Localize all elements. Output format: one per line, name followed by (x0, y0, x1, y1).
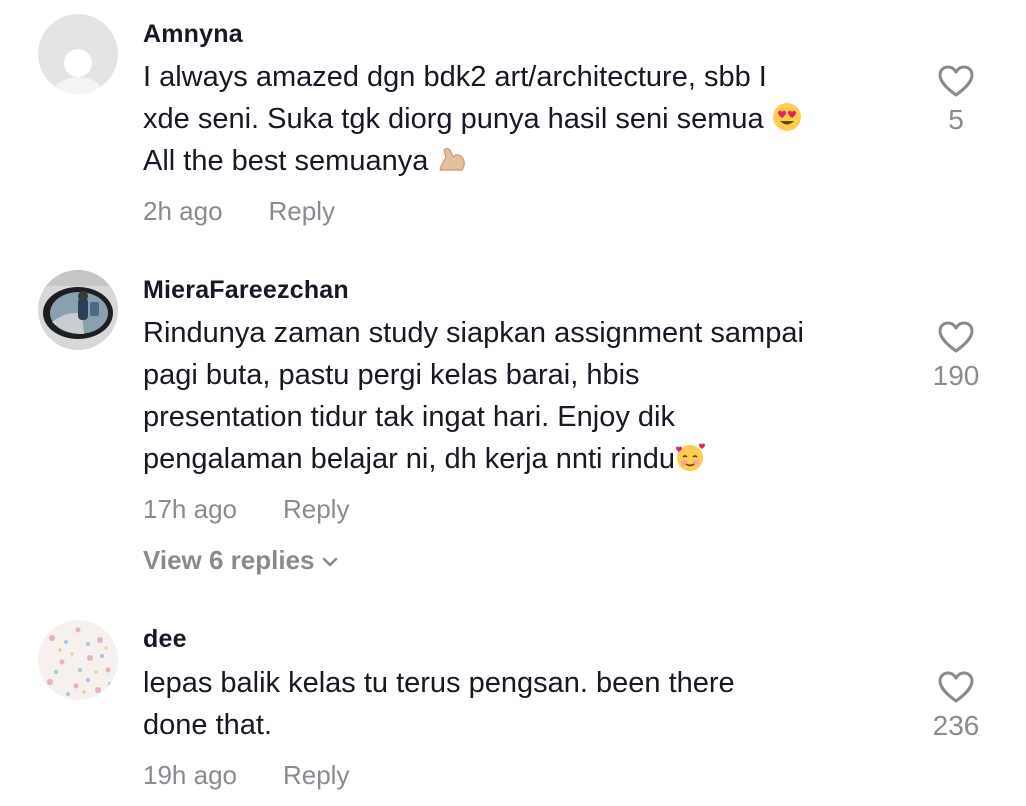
comment-timestamp: 19h ago (143, 760, 237, 790)
comment-line: done that. (143, 709, 272, 741)
comment-line-text: pengalaman belajar ni, dh kerja nnti rin… (143, 443, 676, 475)
view-replies-button[interactable]: View 6 replies (143, 545, 339, 576)
comment-meta: 19h ago Reply (143, 760, 349, 791)
smiling-face-with-hearts-emoji-icon (676, 443, 706, 471)
like-count: 236 (932, 710, 980, 741)
comment-text: lepas balik kelas tu terus pengsan. been… (143, 662, 903, 746)
comment-username[interactable]: dee (143, 625, 187, 654)
heart-eyes-emoji-icon (772, 103, 801, 131)
reply-button[interactable]: Reply (269, 196, 335, 226)
heart-icon (938, 321, 974, 353)
comment-text: Rindunya zaman study siapkan assignment … (143, 312, 903, 480)
comment-meta: 17h ago Reply (143, 494, 349, 525)
view-replies-label: View 6 replies (143, 545, 315, 575)
heart-icon (938, 65, 974, 97)
comment-line-text: All the best semuanya (143, 145, 437, 177)
reply-button[interactable]: Reply (283, 494, 349, 524)
comment-line-text: xde seni. Suka tgk diorg punya hasil sen… (143, 103, 772, 135)
car-mirror-photo-icon (38, 270, 118, 350)
comment-line: pengalaman belajar ni, dh kerja nnti rin… (143, 438, 903, 480)
like-count: 190 (932, 360, 980, 391)
avatar[interactable] (38, 270, 118, 350)
avatar[interactable] (38, 14, 118, 94)
flexed-biceps-emoji-icon (439, 147, 466, 171)
comment-username[interactable]: Amnyna (143, 20, 243, 49)
comment-line: xde seni. Suka tgk diorg punya hasil sen… (143, 98, 903, 140)
chevron-down-icon (322, 557, 337, 567)
comment-username[interactable]: MieraFareezchan (143, 276, 349, 305)
like-count: 5 (948, 104, 964, 135)
comment-timestamp: 17h ago (143, 494, 237, 524)
default-avatar-icon (38, 14, 118, 94)
comment-line: I always amazed dgn bdk2 art/architectur… (143, 61, 767, 93)
comment-timestamp: 2h ago (143, 196, 223, 226)
comment-line: Rindunya zaman study siapkan assignment … (143, 317, 804, 349)
like-button[interactable]: 5 (916, 64, 996, 136)
comment-line: pagi buta, pastu pergi kelas barai, hbis (143, 359, 640, 391)
comment-line: All the best semuanya (143, 140, 903, 182)
reply-button[interactable]: Reply (283, 760, 349, 790)
comment-text: I always amazed dgn bdk2 art/architectur… (143, 56, 903, 182)
comment-meta: 2h ago Reply (143, 196, 335, 227)
heart-icon (938, 671, 974, 703)
comment-line: lepas balik kelas tu terus pengsan. been… (143, 667, 735, 699)
floral-pattern-photo-icon (38, 620, 118, 700)
avatar[interactable] (38, 620, 118, 700)
like-button[interactable]: 190 (916, 320, 996, 392)
comment-line: presentation tidur tak ingat hari. Enjoy… (143, 401, 675, 433)
like-button[interactable]: 236 (916, 670, 996, 742)
